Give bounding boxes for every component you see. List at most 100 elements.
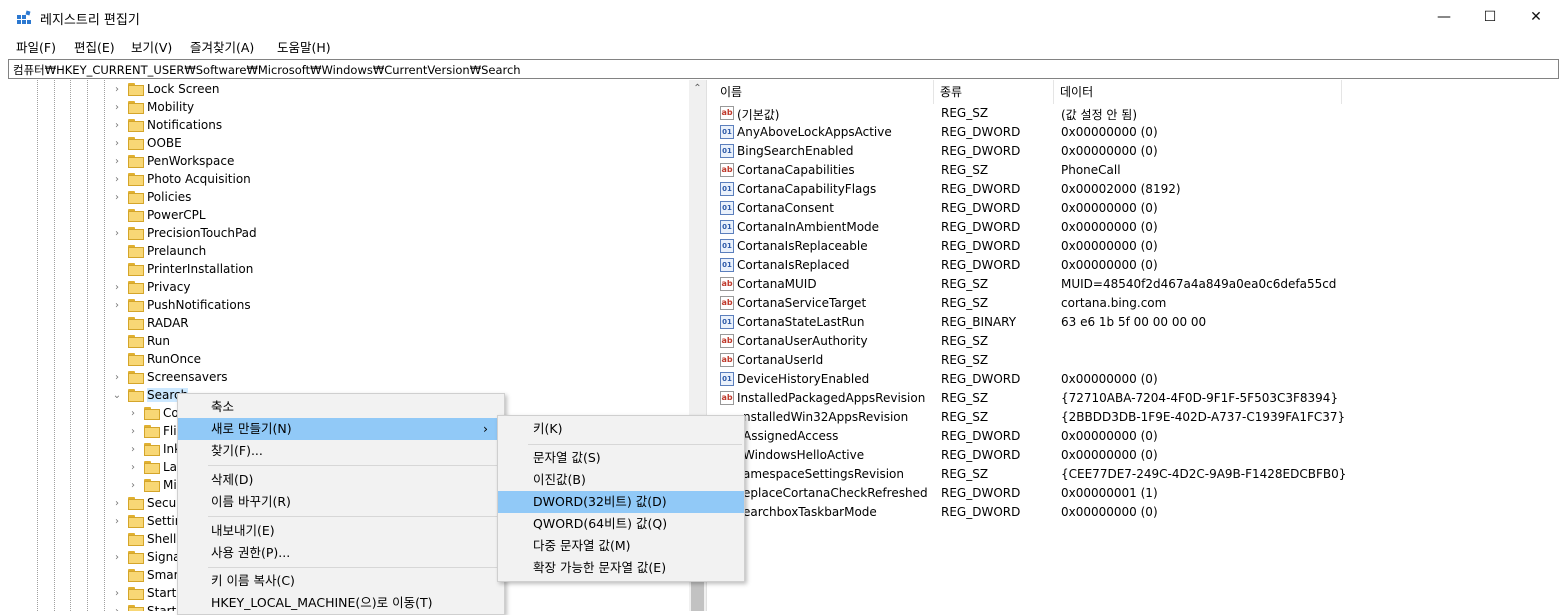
value-row[interactable]: ab CortanaMUID REG_SZ MUID=48540f2d467a4a84… xyxy=(714,275,1567,294)
value-row[interactable]: ab (기본값) REG_SZ (값 설정 안 됨) xyxy=(714,104,1567,123)
value-row[interactable]: 01 CortanaConsent REG_DWORD 0x00000000 (0) xyxy=(714,199,1567,218)
maximize-button[interactable]: ☐ xyxy=(1467,0,1513,34)
value-row[interactable]: eplaceCortanaCheckRefreshed REG_DWORD 0x00… xyxy=(714,484,1567,503)
expand-arrow-icon[interactable]: › xyxy=(128,423,138,441)
menu-copy-key-name[interactable]: 키 이름 복사(C) xyxy=(178,570,504,592)
expand-arrow-icon[interactable]: › xyxy=(112,585,122,603)
expand-arrow-icon[interactable]: › xyxy=(112,117,122,135)
expand-arrow-icon[interactable]: › xyxy=(112,225,122,243)
new-multi-string-value[interactable]: 다중 문자열 값(M) xyxy=(498,535,744,557)
tree-item-label: Mi xyxy=(163,478,177,492)
expand-arrow-icon[interactable]: › xyxy=(128,441,138,459)
expand-arrow-icon[interactable]: › xyxy=(112,513,122,531)
value-row[interactable]: ab CortanaUserId REG_SZ xyxy=(714,351,1567,370)
expand-arrow-icon[interactable]: › xyxy=(112,495,122,513)
address-path[interactable]: 컴퓨터₩HKEY_CURRENT_USER₩Software₩Microsoft… xyxy=(13,62,521,78)
tree-item[interactable]: › Photo Acquisition xyxy=(112,171,692,189)
value-row[interactable]: 01 BingSearchEnabled REG_DWORD 0x00000000 (… xyxy=(714,142,1567,161)
tree-item[interactable]: › Privacy xyxy=(112,279,692,297)
menu-new[interactable]: 새로 만들기(N) › xyxy=(178,418,504,440)
menu-find[interactable]: 찾기(F)... xyxy=(178,440,504,462)
expand-arrow-icon[interactable]: › xyxy=(128,459,138,477)
value-data: PhoneCall xyxy=(1061,163,1121,177)
value-row[interactable]: WindowsHelloActive REG_DWORD 0x00000000 (0… xyxy=(714,446,1567,465)
value-type: REG_DWORD xyxy=(941,220,1021,234)
expand-arrow-icon[interactable]: › xyxy=(112,279,122,297)
expand-arrow-icon[interactable]: › xyxy=(112,171,122,189)
value-data: MUID=48540f2d467a4a849a0ea0c6defa55cd xyxy=(1061,277,1337,291)
tree-item[interactable]: › PushNotifications xyxy=(112,297,692,315)
tree-item[interactable]: › Policies xyxy=(112,189,692,207)
new-expandable-string-value[interactable]: 확장 가능한 문자열 값(E) xyxy=(498,557,744,579)
new-qword-value[interactable]: QWORD(64비트) 값(Q) xyxy=(498,513,744,535)
value-row[interactable]: 01 CortanaIsReplaced REG_DWORD 0x00000000 (… xyxy=(714,256,1567,275)
column-data-header[interactable]: 데이터 xyxy=(1054,80,1342,104)
tree-item[interactable]: RunOnce xyxy=(112,351,692,369)
expand-arrow-icon[interactable]: › xyxy=(112,81,122,99)
new-string-value[interactable]: 문자열 값(S) xyxy=(498,447,744,469)
menu-rename[interactable]: 이름 바꾸기(R) xyxy=(178,491,504,513)
value-list: 이름 종류 데이터 ab (기본값) REG_SZ (값 설정 안 됨) 01 AnyAb… xyxy=(714,80,1567,611)
tree-item[interactable]: Run xyxy=(112,333,692,351)
address-bar[interactable]: 컴퓨터₩HKEY_CURRENT_USER₩Software₩Microsoft… xyxy=(8,59,1559,79)
column-name-header[interactable]: 이름 xyxy=(714,80,934,104)
menu-help[interactable]: 도움말(H) xyxy=(277,37,331,56)
value-row[interactable]: AssignedAccess REG_DWORD 0x00000000 (0) xyxy=(714,427,1567,446)
value-row[interactable]: 01 CortanaStateLastRun REG_BINARY 63 e6 1b … xyxy=(714,313,1567,332)
value-row[interactable]: 01 CortanaInAmbientMode REG_DWORD 0x0000000… xyxy=(714,218,1567,237)
new-binary-value[interactable]: 이진값(B) xyxy=(498,469,744,491)
expand-arrow-icon[interactable]: › xyxy=(128,405,138,423)
expand-arrow-icon[interactable]: › xyxy=(112,549,122,567)
collapse-arrow-icon[interactable]: ⌄ xyxy=(112,387,122,405)
menu-favorites[interactable]: 즐겨찾기(A) xyxy=(190,37,254,56)
value-row[interactable]: ab InstalledPackagedAppsRevision REG_SZ {72… xyxy=(714,389,1567,408)
tree-item[interactable]: Prelaunch xyxy=(112,243,692,261)
menu-permissions[interactable]: 사용 권한(P)... xyxy=(178,542,504,564)
value-type: REG_SZ xyxy=(941,410,989,424)
expand-arrow-icon[interactable]: › xyxy=(112,369,122,387)
value-row[interactable]: earchboxTaskbarMode REG_DWORD 0x00000000 (… xyxy=(714,503,1567,522)
expand-arrow-icon[interactable]: › xyxy=(112,153,122,171)
expand-arrow-icon[interactable]: › xyxy=(112,297,122,315)
value-row[interactable]: ab CortanaServiceTarget REG_SZ cortana.bing… xyxy=(714,294,1567,313)
folder-icon xyxy=(144,407,160,420)
menu-delete[interactable]: 삭제(D) xyxy=(178,469,504,491)
tree-item[interactable]: › PrecisionTouchPad xyxy=(112,225,692,243)
menu-view[interactable]: 보기(V) xyxy=(131,37,172,56)
tree-item[interactable]: › Notifications xyxy=(112,117,692,135)
value-row[interactable]: 01 AnyAboveLockAppsActive REG_DWORD 0x00000… xyxy=(714,123,1567,142)
value-row[interactable]: ab CortanaUserAuthority REG_SZ xyxy=(714,332,1567,351)
scroll-up-icon[interactable]: ⌃ xyxy=(689,80,706,97)
tree-item[interactable]: › Lock Screen xyxy=(112,81,692,99)
menu-file[interactable]: 파일(F) xyxy=(16,37,56,56)
tree-item[interactable]: › PenWorkspace xyxy=(112,153,692,171)
value-row[interactable]: 01 CortanaIsReplaceable REG_DWORD 0x0000000… xyxy=(714,237,1567,256)
expand-arrow-icon[interactable]: › xyxy=(112,603,122,611)
value-row[interactable]: 01 CortanaCapabilityFlags REG_DWORD 0x00002… xyxy=(714,180,1567,199)
value-row[interactable]: nstalledWin32AppsRevision REG_SZ {2BBDD3DB… xyxy=(714,408,1567,427)
menu-edit[interactable]: 편집(E) xyxy=(74,37,115,56)
close-button[interactable]: ✕ xyxy=(1513,0,1559,34)
value-data: 0x00000001 (1) xyxy=(1061,486,1158,500)
value-row[interactable]: amespaceSettingsRevision REG_SZ {CEE77DE7-… xyxy=(714,465,1567,484)
expand-arrow-icon[interactable]: › xyxy=(128,477,138,495)
column-type-header[interactable]: 종류 xyxy=(934,80,1054,104)
minimize-button[interactable]: — xyxy=(1421,0,1467,34)
new-dword-value[interactable]: DWORD(32비트) 값(D) xyxy=(498,491,744,513)
folder-icon xyxy=(128,605,144,611)
tree-item[interactable]: RADAR xyxy=(112,315,692,333)
tree-item[interactable]: › Mobility xyxy=(112,99,692,117)
tree-item[interactable]: › Screensavers xyxy=(112,369,692,387)
expand-arrow-icon[interactable]: › xyxy=(112,189,122,207)
value-row[interactable]: 01 DeviceHistoryEnabled REG_DWORD 0x0000000… xyxy=(714,370,1567,389)
value-name: AssignedAccess xyxy=(743,429,839,443)
menu-collapse[interactable]: 축소 xyxy=(178,396,504,418)
expand-arrow-icon[interactable]: › xyxy=(112,135,122,153)
tree-item[interactable]: › OOBE xyxy=(112,135,692,153)
tree-item[interactable]: PowerCPL xyxy=(112,207,692,225)
expand-arrow-icon[interactable]: › xyxy=(112,99,122,117)
value-row[interactable]: ab CortanaCapabilities REG_SZ PhoneCall xyxy=(714,161,1567,180)
tree-item[interactable]: PrinterInstallation xyxy=(112,261,692,279)
menu-export[interactable]: 내보내기(E) xyxy=(178,520,504,542)
new-key[interactable]: 키(K) xyxy=(498,418,744,440)
